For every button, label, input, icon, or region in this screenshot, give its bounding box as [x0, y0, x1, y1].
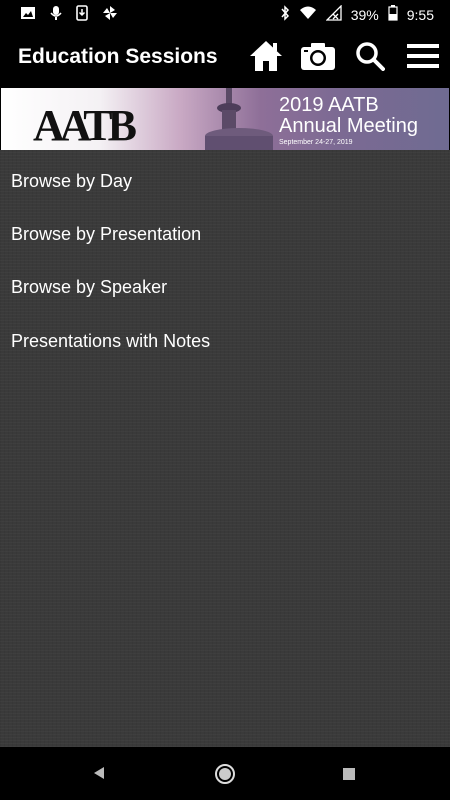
- presentations-with-notes-item[interactable]: Presentations with Notes: [11, 331, 210, 352]
- event-banner: AATB 2019 AATB Annual Meeting September …: [1, 88, 449, 150]
- home-button[interactable]: [248, 40, 284, 76]
- browse-by-day-item[interactable]: Browse by Day: [11, 171, 132, 192]
- mic-icon: [50, 5, 62, 24]
- pinwheel-icon: [102, 5, 118, 24]
- camera-button[interactable]: [300, 40, 336, 76]
- browse-by-speaker-item[interactable]: Browse by Speaker: [11, 277, 167, 298]
- app-bar: Education Sessions: [0, 28, 450, 88]
- menu-button[interactable]: [405, 40, 441, 76]
- session-menu: Browse by Day Browse by Presentation Bro…: [0, 150, 450, 747]
- status-bar: 39% 9:55: [0, 0, 450, 28]
- browse-by-presentation-item[interactable]: Browse by Presentation: [11, 224, 201, 245]
- banner-dates: September 24-27, 2019: [279, 139, 353, 146]
- download-icon: [76, 5, 88, 24]
- search-button[interactable]: [352, 40, 388, 76]
- system-nav-bar: [0, 747, 450, 800]
- home-circle-icon[interactable]: [214, 763, 236, 790]
- page-title: Education Sessions: [18, 45, 218, 68]
- recents-icon[interactable]: [342, 767, 356, 786]
- home-icon: [248, 39, 284, 78]
- wifi-icon: [299, 6, 317, 23]
- banner-title-line1: 2019 AATB: [279, 94, 379, 116]
- aatb-logo: AATB: [33, 101, 137, 150]
- back-icon[interactable]: [92, 766, 106, 785]
- no-signal-icon: [325, 4, 342, 24]
- search-icon: [355, 41, 385, 76]
- battery-percent: 39%: [350, 6, 379, 23]
- banner-title-line2: Annual Meeting: [279, 115, 418, 137]
- bluetooth-icon: [280, 5, 290, 24]
- image-icon: [20, 5, 36, 24]
- clock: 9:55: [406, 6, 434, 23]
- menu-icon: [407, 43, 439, 74]
- camera-icon: [300, 41, 336, 76]
- battery-icon: [388, 5, 398, 24]
